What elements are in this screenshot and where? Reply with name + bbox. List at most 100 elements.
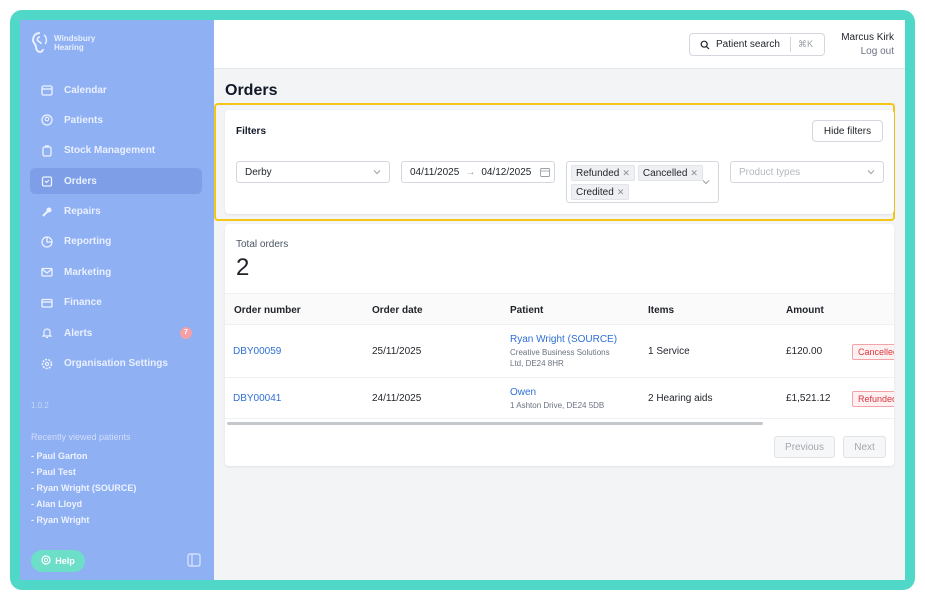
status-tag: Refunded ✕ xyxy=(571,165,635,181)
status-tag-label: Credited xyxy=(576,186,614,198)
column-header[interactable]: Order date xyxy=(372,305,423,316)
sidebar-item-stock-management[interactable]: Stock Management xyxy=(30,138,202,164)
order-amount: £1,521.12 xyxy=(786,393,831,404)
status-badge: Cancelled xyxy=(852,344,894,360)
sidebar-item-repairs[interactable]: Repairs xyxy=(30,199,202,225)
column-header[interactable]: Order number xyxy=(234,305,301,316)
remove-tag-icon[interactable]: ✕ xyxy=(690,168,698,179)
sidebar-item-calendar[interactable]: Calendar xyxy=(30,77,202,103)
date-to: 04/12/2025 xyxy=(481,166,532,178)
chevron-down-icon xyxy=(702,180,710,185)
top-bar: Patient search ⌘K Marcus Kirk Log out xyxy=(214,20,905,69)
status-multiselect[interactable]: Refunded ✕ Cancelled ✕ Credited ✕ xyxy=(566,161,719,203)
patient-name-link[interactable]: Ryan Wright (SOURCE) xyxy=(510,334,617,345)
help-label: Help xyxy=(55,556,75,566)
sidebar-item-reporting[interactable]: Reporting xyxy=(30,229,202,255)
recent-patient-link[interactable]: - Paul Garton xyxy=(31,448,136,464)
patient-search-label: Patient search xyxy=(716,39,780,50)
sidebar-item-alerts[interactable]: Alerts 7 xyxy=(30,320,202,346)
sidebar-item-marketing[interactable]: Marketing xyxy=(30,259,202,285)
sidebar-item-label: Reporting xyxy=(64,236,112,248)
orders-icon xyxy=(40,174,54,188)
status-tag: Cancelled ✕ xyxy=(637,165,703,181)
sidebar-item-label: Stock Management xyxy=(64,145,156,157)
sidebar-item-label: Organisation Settings xyxy=(64,358,168,370)
recent-patient-link[interactable]: - Alan Lloyd xyxy=(31,496,136,512)
user-name: Marcus Kirk xyxy=(841,32,894,43)
status-tag: Credited ✕ xyxy=(571,184,630,200)
main-content: Patient search ⌘K Marcus Kirk Log out Or… xyxy=(214,20,905,580)
table-row[interactable]: DBY00059 25/11/2025 Ryan Wright (SOURCE)… xyxy=(225,325,894,378)
mail-icon xyxy=(40,265,54,279)
bell-icon xyxy=(40,326,54,340)
patient-address-line: 1 Ashton Drive, DE24 5DB xyxy=(510,401,605,410)
sidebar-item-label: Marketing xyxy=(64,266,112,278)
app-version: 1.0.2 xyxy=(31,401,49,410)
hide-filters-button[interactable]: Hide filters xyxy=(812,120,883,142)
credit-card-icon xyxy=(40,296,54,310)
patient-address-line: Creative Business Solutions xyxy=(510,348,610,357)
order-number-link[interactable]: DBY00059 xyxy=(233,346,281,357)
recent-patient-link[interactable]: - Paul Test xyxy=(31,464,136,480)
sidebar-item-label: Finance xyxy=(64,297,102,309)
table-row[interactable]: DBY00041 24/11/2025 Owen 1 Ashton Drive,… xyxy=(225,378,894,419)
sidebar-item-organisation-settings[interactable]: Organisation Settings xyxy=(30,351,202,377)
logout-link[interactable]: Log out xyxy=(861,46,894,57)
sidebar-item-label: Repairs xyxy=(64,206,101,218)
patients-icon xyxy=(40,113,54,127)
help-icon xyxy=(41,555,51,567)
order-items: 1 Service xyxy=(648,346,690,357)
collapse-sidebar-icon[interactable] xyxy=(187,553,201,567)
patient-name-link[interactable]: Owen xyxy=(510,387,604,398)
status-tag-label: Refunded xyxy=(576,167,620,179)
search-icon xyxy=(700,40,710,49)
logo-line1: Windsbury xyxy=(54,34,96,43)
total-orders-value: 2 xyxy=(236,254,250,281)
pie-chart-icon xyxy=(40,235,54,249)
sidebar-item-finance[interactable]: Finance xyxy=(30,290,202,316)
patient-search-button[interactable]: Patient search ⌘K xyxy=(689,33,825,56)
sidebar-item-orders[interactable]: Orders xyxy=(30,168,202,195)
date-range-picker[interactable]: 04/11/2025 → 04/12/2025 xyxy=(401,161,555,183)
remove-tag-icon[interactable]: ✕ xyxy=(622,168,630,179)
wrench-icon xyxy=(40,205,54,219)
sidebar-item-label: Patients xyxy=(64,114,103,126)
arrow-right-icon: → xyxy=(465,166,476,178)
product-types-select[interactable]: Product types xyxy=(730,161,884,183)
patient-cell: Owen 1 Ashton Drive, DE24 5DB xyxy=(510,387,604,411)
sidebar-item-label: Calendar xyxy=(64,84,107,96)
recent-patients-title: Recently viewed patients xyxy=(31,432,131,442)
column-header[interactable]: Items xyxy=(648,305,674,316)
chevron-down-icon xyxy=(867,170,875,175)
column-header[interactable]: Patient xyxy=(510,305,543,316)
chevron-down-icon xyxy=(373,170,381,175)
previous-page-button[interactable]: Previous xyxy=(774,436,835,458)
sidebar-item-patients[interactable]: Patients xyxy=(30,107,202,133)
order-number-link[interactable]: DBY00041 xyxy=(233,393,281,404)
remove-tag-icon[interactable]: ✕ xyxy=(617,187,625,198)
filters-title: Filters xyxy=(236,126,267,137)
patient-address: Creative Business Solutions Ltd, DE24 8H… xyxy=(510,347,617,369)
horizontal-scrollbar[interactable] xyxy=(227,422,763,425)
ear-logo-icon xyxy=(31,32,48,54)
date-from: 04/11/2025 xyxy=(410,166,460,178)
patient-address: 1 Ashton Drive, DE24 5DB xyxy=(510,400,604,411)
column-header[interactable]: Amount xyxy=(786,305,824,316)
next-page-button[interactable]: Next xyxy=(843,436,886,458)
patient-cell: Ryan Wright (SOURCE) Creative Business S… xyxy=(510,334,617,369)
stock-icon xyxy=(40,144,54,158)
filters-panel: Filters Hide filters Derby 04/11/2025 → … xyxy=(225,110,894,214)
logo: Windsbury Hearing xyxy=(30,30,95,56)
recent-patients: Recently viewed patients - Paul Garton -… xyxy=(31,432,136,528)
recent-patient-link[interactable]: - Ryan Wright xyxy=(31,512,136,528)
status-badge: Refunded xyxy=(852,391,894,407)
total-orders-label: Total orders xyxy=(236,239,289,250)
location-value: Derby xyxy=(245,166,272,178)
sidebar-item-label: Orders xyxy=(64,175,97,187)
recent-patient-link[interactable]: - Ryan Wright (SOURCE) xyxy=(31,480,136,496)
location-select[interactable]: Derby xyxy=(236,161,390,183)
help-button[interactable]: Help xyxy=(31,550,85,572)
sidebar: Windsbury Hearing Calendar Patients Stoc… xyxy=(20,20,214,580)
order-date: 25/11/2025 xyxy=(372,346,422,357)
gear-icon xyxy=(40,357,54,371)
